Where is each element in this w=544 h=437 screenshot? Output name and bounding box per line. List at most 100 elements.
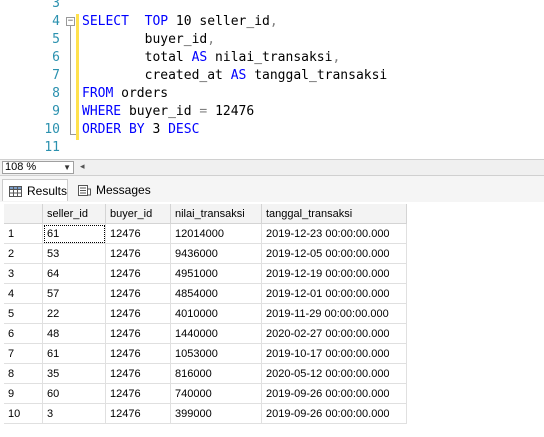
grid-cell-buyer_id[interactable]: 12476 bbox=[105, 383, 171, 404]
row-number[interactable]: 2 bbox=[4, 243, 43, 264]
grid-cell-seller_id[interactable]: 64 bbox=[42, 263, 106, 284]
results-grid: seller_id buyer_id nilai_transaksi tanggal_… bbox=[4, 204, 407, 424]
sql-text: buyer_id bbox=[82, 32, 208, 47]
grid-cell-tanggal_transaksi[interactable]: 2019-09-26 00:00:00.000 bbox=[261, 403, 407, 424]
sql-keyword: DESC bbox=[168, 122, 200, 137]
sql-keyword: WHERE bbox=[82, 104, 122, 119]
row-number[interactable]: 8 bbox=[4, 363, 43, 384]
grid-cell-tanggal_transaksi[interactable]: 2019-12-05 00:00:00.000 bbox=[261, 243, 407, 264]
tab-messages-label: Messages bbox=[96, 183, 151, 197]
grid-cell-nilai_transaksi[interactable]: 4951000 bbox=[170, 263, 262, 284]
query-editor[interactable]: 3 4 5 6 7 8 9 10 11 − SELECT TOP 10 seller_id, bu… bbox=[0, 0, 544, 159]
grid-cell-tanggal_transaksi[interactable]: 2019-10-17 00:00:00.000 bbox=[261, 343, 407, 364]
grid-cell-seller_id[interactable]: 57 bbox=[42, 283, 106, 304]
zoom-dropdown[interactable]: 108 % ▼ bbox=[2, 161, 74, 174]
sql-operator: , bbox=[269, 14, 278, 29]
sql-keyword: FROM bbox=[82, 86, 114, 101]
line-number: 10 bbox=[44, 122, 60, 137]
grid-cell-nilai_transaksi[interactable]: 4010000 bbox=[170, 303, 262, 324]
grid-cell-seller_id[interactable]: 22 bbox=[42, 303, 106, 324]
table-row[interactable]: 5 22 12476 4010000 2019-11-29 00:00:00.000 bbox=[4, 303, 407, 324]
fold-guide-line bbox=[70, 26, 71, 134]
code-line[interactable]: total AS nilai_transaksi, bbox=[82, 49, 341, 67]
grid-cell-tanggal_transaksi[interactable]: 2019-09-26 00:00:00.000 bbox=[261, 383, 407, 404]
table-row[interactable]: 3 64 12476 4951000 2019-12-19 00:00:00.000 bbox=[4, 263, 407, 284]
grid-cell-seller_id[interactable]: 48 bbox=[42, 323, 106, 344]
grid-cell-nilai_transaksi[interactable]: 4854000 bbox=[170, 283, 262, 304]
row-number[interactable]: 5 bbox=[4, 303, 43, 324]
line-number-gutter: 3 4 5 6 7 8 9 10 11 − bbox=[0, 0, 78, 159]
table-row[interactable]: 9 60 12476 740000 2019-09-26 00:00:00.000 bbox=[4, 383, 407, 404]
row-number[interactable]: 3 bbox=[4, 263, 43, 284]
grid-cell-buyer_id[interactable]: 12476 bbox=[105, 283, 171, 304]
table-row[interactable]: 10 3 12476 399000 2019-09-26 00:00:00.000 bbox=[4, 403, 407, 424]
table-row[interactable]: 8 35 12476 816000 2020-05-12 00:00:00.000 bbox=[4, 363, 407, 384]
grid-cell-buyer_id[interactable]: 12476 bbox=[105, 223, 171, 244]
grid-cell-tanggal_transaksi[interactable]: 2019-12-19 00:00:00.000 bbox=[261, 263, 407, 284]
messages-icon bbox=[78, 185, 91, 197]
grid-cell-buyer_id[interactable]: 12476 bbox=[105, 303, 171, 324]
tab-results[interactable]: Results bbox=[2, 179, 68, 201]
grid-cell-seller_id[interactable]: 60 bbox=[42, 383, 106, 404]
grid-cell-seller_id[interactable]: 3 bbox=[42, 403, 106, 424]
table-row[interactable]: 6 48 12476 1440000 2020-02-27 00:00:00.000 bbox=[4, 323, 407, 344]
column-header-tanggal_transaksi[interactable]: tanggal_transaksi bbox=[261, 204, 407, 224]
grid-cell-nilai_transaksi[interactable]: 9436000 bbox=[170, 243, 262, 264]
code-line[interactable]: FROM orders bbox=[82, 85, 168, 103]
row-number[interactable]: 7 bbox=[4, 343, 43, 364]
row-number[interactable]: 4 bbox=[4, 283, 43, 304]
table-row[interactable]: 4 57 12476 4854000 2019-12-01 00:00:00.000 bbox=[4, 283, 407, 304]
grid-cell-tanggal_transaksi[interactable]: 2019-11-29 00:00:00.000 bbox=[261, 303, 407, 324]
grid-cell-buyer_id[interactable]: 12476 bbox=[105, 263, 171, 284]
sql-text: tanggal_transaksi bbox=[246, 68, 388, 83]
sql-operator: , bbox=[332, 50, 341, 65]
code-line[interactable]: created_at AS tanggal_transaksi bbox=[82, 67, 388, 85]
column-header-seller_id[interactable]: seller_id bbox=[42, 204, 106, 224]
row-number[interactable]: 1 bbox=[4, 223, 43, 244]
table-row[interactable]: 2 53 12476 9436000 2019-12-05 00:00:00.000 bbox=[4, 243, 407, 264]
sql-keyword: AS bbox=[230, 68, 247, 83]
grid-cell-tanggal_transaksi[interactable]: 2020-02-27 00:00:00.000 bbox=[261, 323, 407, 344]
grid-cell-seller_id[interactable]: 61 bbox=[42, 223, 106, 244]
sql-text: 3 bbox=[144, 122, 169, 137]
zoom-value: 108 % bbox=[5, 161, 37, 173]
grid-cell-tanggal_transaksi[interactable]: 2019-12-01 00:00:00.000 bbox=[261, 283, 407, 304]
grid-cell-nilai_transaksi[interactable]: 740000 bbox=[170, 383, 262, 404]
table-row[interactable]: 1 61 12476 12014000 2019-12-23 00:00:00.000 bbox=[4, 223, 407, 244]
grid-cell-nilai_transaksi[interactable]: 1053000 bbox=[170, 343, 262, 364]
grid-cell-nilai_transaksi[interactable]: 1440000 bbox=[170, 323, 262, 344]
line-number: 5 bbox=[52, 32, 60, 47]
column-header-nilai_transaksi[interactable]: nilai_transaksi bbox=[170, 204, 262, 224]
column-header-buyer_id[interactable]: buyer_id bbox=[105, 204, 171, 224]
row-number[interactable]: 10 bbox=[4, 403, 43, 424]
code-line[interactable]: ORDER BY 3 DESC bbox=[82, 121, 199, 139]
code-line[interactable]: WHERE buyer_id = 12476 bbox=[82, 103, 254, 121]
row-number-header[interactable] bbox=[4, 204, 43, 224]
grid-cell-nilai_transaksi[interactable]: 12014000 bbox=[170, 223, 262, 244]
grid-icon bbox=[9, 186, 22, 198]
grid-cell-buyer_id[interactable]: 12476 bbox=[105, 403, 171, 424]
sql-text: orders bbox=[113, 86, 169, 101]
grid-cell-tanggal_transaksi[interactable]: 2019-12-23 00:00:00.000 bbox=[261, 223, 407, 244]
grid-cell-tanggal_transaksi[interactable]: 2020-05-12 00:00:00.000 bbox=[261, 363, 407, 384]
code-line[interactable]: SELECT TOP 10 seller_id, bbox=[82, 13, 278, 31]
grid-cell-seller_id[interactable]: 53 bbox=[42, 243, 106, 264]
sql-text: created_at bbox=[82, 68, 231, 83]
grid-cell-seller_id[interactable]: 61 bbox=[42, 343, 106, 364]
table-row[interactable]: 7 61 12476 1053000 2019-10-17 00:00:00.000 bbox=[4, 343, 407, 364]
grid-cell-buyer_id[interactable]: 12476 bbox=[105, 343, 171, 364]
scroll-left-arrow-icon[interactable]: ◂ bbox=[80, 162, 85, 172]
row-number[interactable]: 6 bbox=[4, 323, 43, 344]
row-number[interactable]: 9 bbox=[4, 383, 43, 404]
grid-cell-nilai_transaksi[interactable]: 399000 bbox=[170, 403, 262, 424]
line-number: 3 bbox=[52, 0, 60, 11]
sql-text: nilai_transaksi bbox=[207, 50, 333, 65]
grid-cell-nilai_transaksi[interactable]: 816000 bbox=[170, 363, 262, 384]
collapse-icon[interactable]: − bbox=[66, 17, 75, 26]
grid-cell-buyer_id[interactable]: 12476 bbox=[105, 363, 171, 384]
code-line[interactable]: buyer_id, bbox=[82, 31, 215, 49]
tab-messages[interactable]: Messages bbox=[72, 179, 156, 201]
grid-cell-seller_id[interactable]: 35 bbox=[42, 363, 106, 384]
grid-cell-buyer_id[interactable]: 12476 bbox=[105, 323, 171, 344]
grid-cell-buyer_id[interactable]: 12476 bbox=[105, 243, 171, 264]
